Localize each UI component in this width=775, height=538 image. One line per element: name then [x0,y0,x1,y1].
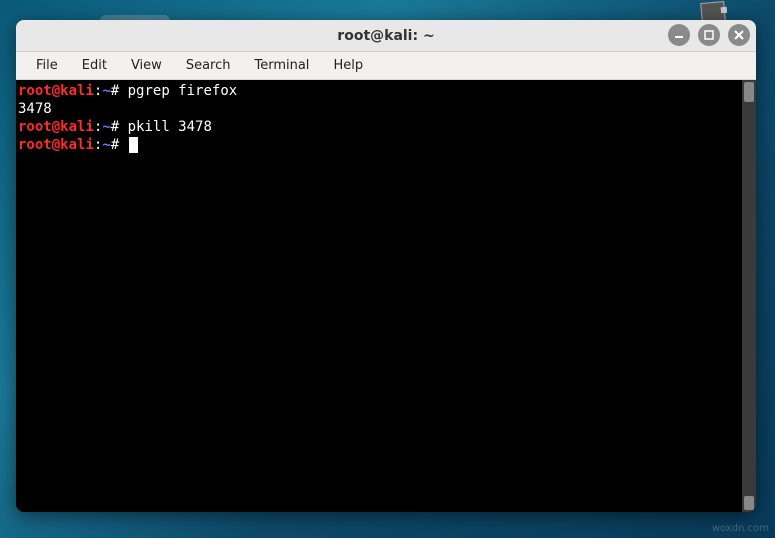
terminal-line: 3478 [18,100,742,118]
menu-edit[interactable]: Edit [70,54,119,77]
menu-search[interactable]: Search [174,54,243,77]
menubar: File Edit View Search Terminal Help [16,52,756,80]
maximize-icon [703,29,715,41]
terminal-line: root@kali:~# pgrep firefox [18,82,742,100]
scrollbar[interactable] [742,80,756,512]
terminal-line: root@kali:~# pkill 3478 [18,118,742,136]
maximize-button[interactable] [698,24,720,46]
titlebar[interactable]: root@kali: ~ [16,20,756,52]
close-button[interactable] [728,24,750,46]
window-title: root@kali: ~ [337,28,434,44]
window-controls [668,24,750,46]
close-icon [733,29,745,41]
scrollbar-thumb-bottom[interactable] [744,496,754,510]
scrollbar-track[interactable] [742,104,756,494]
menu-view[interactable]: View [119,54,174,77]
minimize-icon [673,29,685,41]
menu-file[interactable]: File [24,54,70,77]
terminal-output[interactable]: root@kali:~# pgrep firefox3478root@kali:… [16,80,742,512]
menu-terminal[interactable]: Terminal [242,54,321,77]
scrollbar-thumb-top[interactable] [744,82,754,102]
cursor [129,137,138,153]
terminal-window: root@kali: ~ File Edit View Search Termi… [16,20,756,512]
menu-help[interactable]: Help [321,54,375,77]
minimize-button[interactable] [668,24,690,46]
terminal-container: root@kali:~# pgrep firefox3478root@kali:… [16,80,756,512]
terminal-line: root@kali:~# [18,136,742,154]
watermark: woxdn.com [712,523,769,534]
